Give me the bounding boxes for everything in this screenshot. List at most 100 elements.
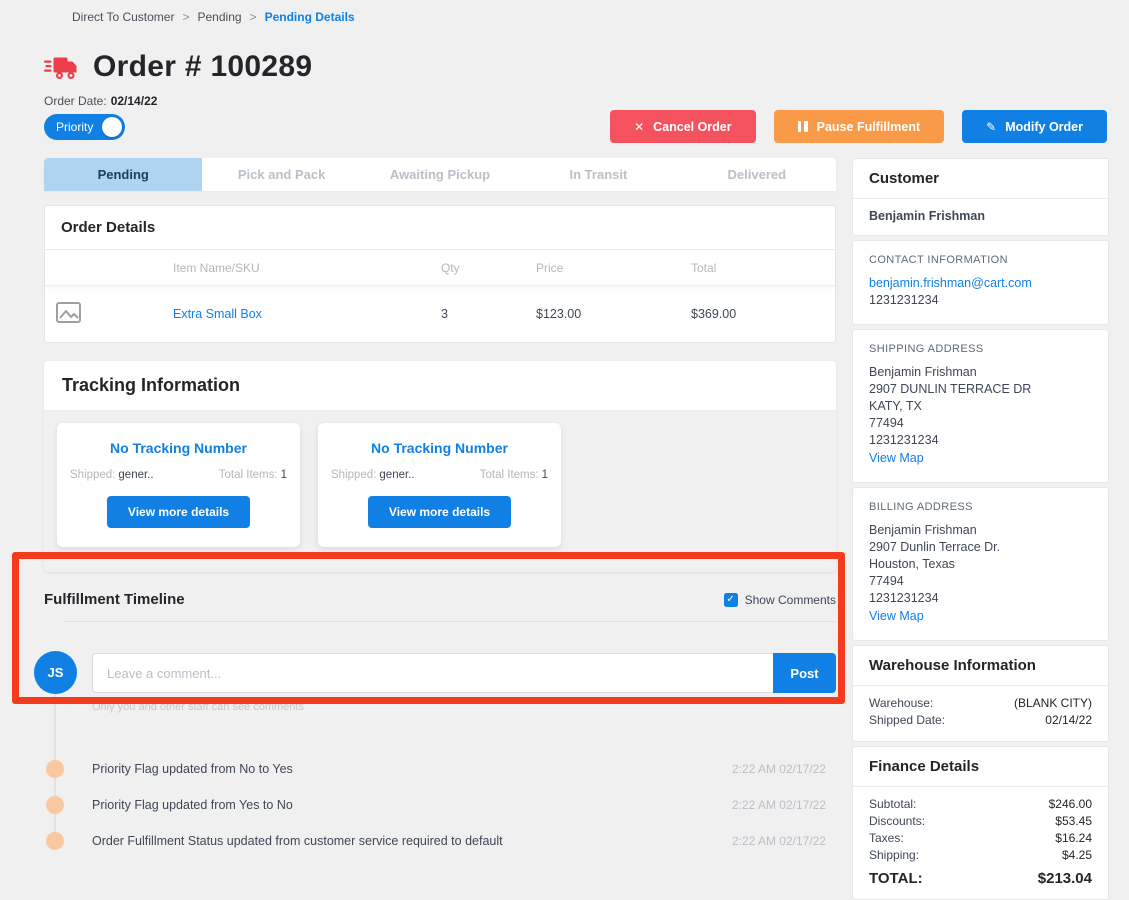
tab-delivered[interactable]: Delivered [678, 158, 836, 191]
total-label: TOTAL: [869, 870, 923, 887]
order-date-label: Order Date: [44, 94, 107, 108]
comment-visibility-caption: Only you and other staff can see comment… [92, 701, 836, 713]
shipping-address-block: SHIPPING ADDRESS Benjamin Frishman 2907 … [852, 329, 1109, 483]
sidebar: Customer Benjamin Frishman CONTACT INFOR… [852, 158, 1109, 900]
pause-fulfillment-label: Pause Fulfillment [817, 120, 921, 134]
tracking-information-title: Tracking Information [44, 361, 836, 411]
billing-address-block: BILLING ADDRESS Benjamin Frishman 2907 D… [852, 487, 1109, 641]
tracking-number-title: No Tracking Number [70, 440, 287, 456]
timeline-event-text: Order Fulfillment Status updated from cu… [92, 834, 503, 848]
discounts-label: Discounts: [869, 813, 925, 830]
shipped-date-row: Shipped Date: 02/14/22 [869, 712, 1092, 729]
comment-composer: JS Post Only you and other staff can see… [44, 653, 836, 713]
shipping-address-line: KATY, TX [869, 398, 1092, 415]
toggle-knob [102, 117, 122, 137]
page-title-row: Order # 100289 [44, 50, 312, 84]
avatar: JS [34, 651, 77, 694]
action-buttons: ✕ Cancel Order Pause Fulfillment ✎ Modif… [610, 110, 1107, 143]
shipping-address-line: 77494 [869, 415, 1092, 432]
tab-pending[interactable]: Pending [44, 158, 202, 191]
subtotal-value: $246.00 [1049, 796, 1092, 813]
breadcrumb-separator: > [182, 10, 189, 24]
shipped-label: Shipped: [70, 469, 115, 481]
tracking-number-title: No Tracking Number [331, 440, 548, 456]
tracking-card: No Tracking Number Shipped:gener.. Total… [57, 423, 300, 547]
timeline-dot-icon [46, 832, 64, 850]
tracking-information-section: Tracking Information No Tracking Number … [44, 361, 836, 572]
warehouse-information-title: Warehouse Information [853, 646, 1108, 686]
discounts-row: Discounts: $53.45 [869, 813, 1092, 830]
breadcrumb-item-current: Pending Details [265, 10, 355, 24]
customer-email-link[interactable]: benjamin.frishman@cart.com [869, 275, 1032, 292]
pause-icon [798, 121, 808, 132]
total-items-value: 1 [542, 469, 548, 481]
shipping-view-map-link[interactable]: View Map [869, 451, 924, 465]
col-price: Price [536, 261, 691, 275]
total-row: TOTAL: $213.04 [869, 870, 1092, 887]
view-more-details-button[interactable]: View more details [368, 496, 511, 528]
tracking-card: No Tracking Number Shipped:gener.. Total… [318, 423, 561, 547]
warehouse-row: Warehouse: (BLANK CITY) [869, 695, 1092, 712]
show-comments-checkbox[interactable]: ✓ Show Comments [724, 593, 836, 607]
show-comments-label: Show Comments [745, 593, 836, 607]
warehouse-information-card: Warehouse Information Warehouse: (BLANK … [852, 645, 1109, 742]
order-detail-page: Direct To Customer > Pending > Pending D… [0, 0, 1129, 841]
comment-input[interactable] [92, 653, 773, 693]
timeline-dot-icon [46, 796, 64, 814]
col-total: Total [691, 261, 835, 275]
view-more-details-button[interactable]: View more details [107, 496, 250, 528]
tab-in-transit[interactable]: In Transit [519, 158, 677, 191]
taxes-label: Taxes: [869, 830, 904, 847]
image-placeholder-icon [56, 302, 81, 323]
billing-address-line: 2907 Dunlin Terrace Dr. [869, 539, 1092, 556]
tab-pick-and-pack[interactable]: Pick and Pack [202, 158, 360, 191]
timeline-dot-icon [46, 760, 64, 778]
page-title: Order # 100289 [93, 50, 312, 84]
customer-card: Customer Benjamin Frishman [852, 158, 1109, 236]
subtotal-label: Subtotal: [869, 796, 916, 813]
timeline-event-time: 2:22 AM 02/17/22 [732, 834, 836, 848]
shipping-address-label: SHIPPING ADDRESS [869, 343, 1092, 355]
x-icon: ✕ [634, 120, 644, 134]
tab-awaiting-pickup[interactable]: Awaiting Pickup [361, 158, 519, 191]
fulfillment-timeline-section: Fulfillment Timeline ✓ Show Comments JS … [44, 591, 836, 859]
order-details-title: Order Details [45, 206, 835, 250]
breadcrumb-item[interactable]: Direct To Customer [72, 10, 174, 24]
cancel-order-button[interactable]: ✕ Cancel Order [610, 110, 756, 143]
finance-details-title: Finance Details [853, 747, 1108, 787]
taxes-row: Taxes: $16.24 [869, 830, 1092, 847]
breadcrumb-item[interactable]: Pending [198, 10, 242, 24]
total-items-label: Total Items: [219, 469, 278, 481]
total-items-value: 1 [281, 469, 287, 481]
post-comment-button[interactable]: Post [773, 653, 836, 693]
order-item-row: Extra Small Box 3 $123.00 $369.00 [45, 286, 835, 342]
item-total: $369.00 [691, 307, 835, 321]
shipping-row: Shipping: $4.25 [869, 847, 1092, 864]
customer-name: Benjamin Frishman [853, 199, 1108, 235]
pause-fulfillment-button[interactable]: Pause Fulfillment [774, 110, 945, 143]
total-items-label: Total Items: [480, 469, 539, 481]
contact-information-block: CONTACT INFORMATION benjamin.frishman@ca… [852, 240, 1109, 325]
pencil-icon: ✎ [986, 120, 996, 134]
item-name-link[interactable]: Extra Small Box [173, 307, 262, 321]
item-qty: 3 [441, 307, 536, 321]
discounts-value: $53.45 [1055, 813, 1092, 830]
billing-address-line: 77494 [869, 573, 1092, 590]
timeline-event: Priority Flag updated from No to Yes 2:2… [44, 751, 836, 787]
shipped-date-label: Shipped Date: [869, 712, 945, 729]
order-date-value: 02/14/22 [111, 94, 158, 108]
shipped-date-value: 02/14/22 [1045, 712, 1092, 729]
tracking-cards: No Tracking Number Shipped:gener.. Total… [44, 411, 836, 572]
taxes-value: $16.24 [1055, 830, 1092, 847]
main-content: Pending Pick and Pack Awaiting Pickup In… [44, 158, 836, 859]
billing-view-map-link[interactable]: View Map [869, 609, 924, 623]
timeline-event: Order Fulfillment Status updated from cu… [44, 823, 836, 859]
total-value: $213.04 [1038, 870, 1092, 887]
timeline-events: Priority Flag updated from No to Yes 2:2… [44, 751, 836, 859]
shipping-address-line: Benjamin Frishman [869, 364, 1092, 381]
priority-toggle[interactable]: Priority [44, 114, 125, 140]
modify-order-button[interactable]: ✎ Modify Order [962, 110, 1107, 143]
contact-information-label: CONTACT INFORMATION [869, 254, 1092, 266]
customer-title: Customer [853, 159, 1108, 199]
status-tabs: Pending Pick and Pack Awaiting Pickup In… [44, 158, 836, 191]
